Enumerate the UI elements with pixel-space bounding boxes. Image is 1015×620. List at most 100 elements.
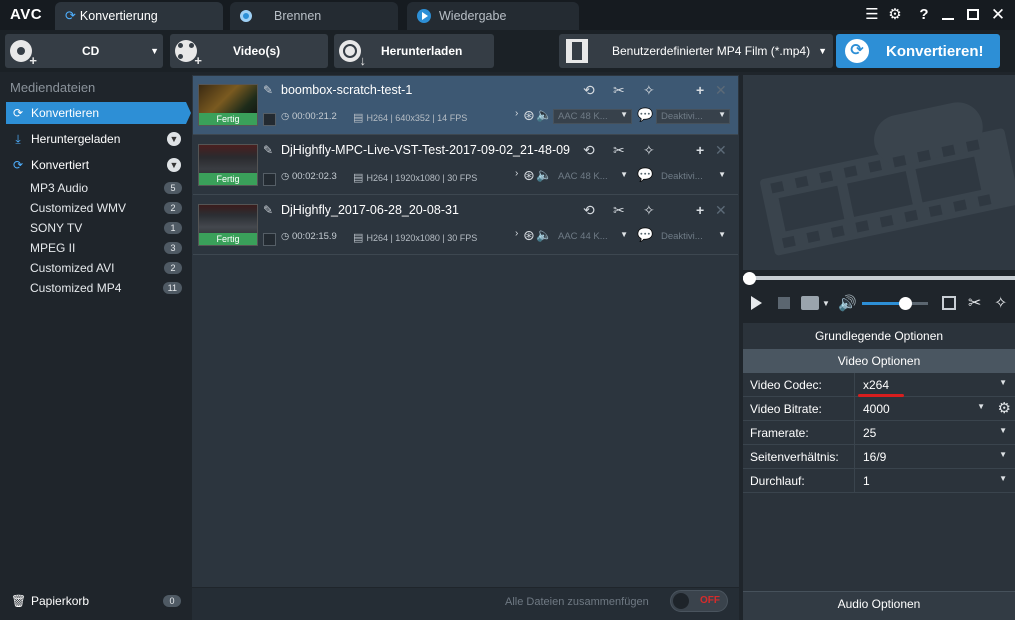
option-video-bitrate[interactable]: Video Bitrate: 4000 ▼ ⚙ (743, 397, 1015, 421)
option-value: x264 (863, 378, 890, 392)
effects-icon[interactable]: ✧ (643, 202, 655, 219)
converted-item-mp4[interactable]: Customized MP4 11 (30, 278, 182, 298)
file-checkbox[interactable] (263, 113, 276, 126)
list-settings-icon[interactable]: ☰ (862, 5, 882, 25)
stop-icon[interactable] (778, 297, 790, 309)
converted-item-mp3[interactable]: MP3 Audio 5 (30, 178, 182, 198)
status-badge: Fertig (199, 113, 257, 125)
effects-icon[interactable]: ✧ (994, 293, 1007, 313)
help-icon[interactable]: ? (914, 5, 934, 25)
remove-icon[interactable]: ✕ (715, 202, 727, 219)
volume-handle[interactable] (898, 297, 912, 310)
sidebar-item-trash[interactable]: 🗑 Papierkorb 0 (6, 590, 186, 612)
chevron-down-icon: ▼ (999, 474, 1007, 483)
rotate-icon[interactable]: ⟲ (583, 202, 595, 219)
edit-name-icon[interactable]: ✎ (263, 83, 273, 97)
chevron-right-icon[interactable]: › (515, 168, 518, 179)
effects-icon[interactable]: ✧ (643, 142, 655, 159)
file-name: DjHighfly_2017-06-28_20-08-31 (281, 203, 459, 217)
add-icon[interactable]: + (696, 82, 704, 98)
output-format-select[interactable]: Benutzerdefinierter MP4 Film (*.mp4) ▼ (559, 34, 833, 68)
volume-slider[interactable] (862, 302, 928, 305)
add-icon[interactable]: + (696, 202, 704, 218)
subtitle-icon: 💬 (637, 167, 654, 182)
sidebar-item-konvertieren[interactable]: ⟳ Konvertieren (6, 102, 186, 124)
chevron-down-icon[interactable]: ▼ (167, 132, 181, 146)
converted-item-sony[interactable]: SONY TV 1 (30, 218, 182, 238)
film-reel-icon[interactable]: ⊛ (523, 167, 535, 184)
minimize-icon[interactable] (938, 5, 958, 25)
close-icon[interactable]: ✕ (988, 5, 1008, 25)
converted-item-label: Customized AVI (30, 261, 115, 275)
video-info: ▤ H264 | 1920x1080 | 30 FPS (353, 171, 477, 184)
rotate-icon[interactable]: ⟲ (583, 82, 595, 99)
seek-bar[interactable] (743, 276, 1015, 280)
volume-icon[interactable]: 🔊 (838, 294, 857, 312)
remove-icon[interactable]: ✕ (715, 142, 727, 159)
subtitle-select[interactable]: Deaktivi... ▼ (656, 169, 730, 184)
edit-name-icon[interactable]: ✎ (263, 203, 273, 217)
tab-konvertierung[interactable]: ⟳ Konvertierung (55, 2, 223, 30)
scissors-icon[interactable]: ✂ (613, 142, 625, 159)
film-reel-icon[interactable]: ⊛ (523, 107, 535, 124)
gear-icon[interactable]: ⚙ (998, 399, 1011, 417)
chevron-down-icon[interactable]: ▼ (822, 299, 830, 308)
rotate-icon[interactable]: ⟲ (583, 142, 595, 159)
tab-wiedergabe[interactable]: Wiedergabe (407, 2, 579, 30)
file-checkbox[interactable] (263, 173, 276, 186)
file-checkbox[interactable] (263, 233, 276, 246)
video-info: ▤ H264 | 1920x1080 | 30 FPS (353, 231, 477, 244)
merge-bar (192, 588, 739, 620)
scissors-icon[interactable]: ✂ (613, 82, 625, 99)
chevron-right-icon[interactable]: › (515, 108, 518, 119)
subtitle-select[interactable]: Deaktivi... ▼ (656, 109, 730, 124)
maximize-icon[interactable] (963, 5, 983, 25)
play-icon[interactable] (751, 296, 762, 310)
sidebar-item-heruntergeladen[interactable]: ⤓ Heruntergeladen ▼ (6, 128, 186, 150)
scissors-icon[interactable]: ✂ (613, 202, 625, 219)
chevron-right-icon[interactable]: › (515, 228, 518, 239)
option-aspect-ratio[interactable]: Seitenverhältnis: 16/9 ▼ (743, 445, 1015, 469)
edit-name-icon[interactable]: ✎ (263, 143, 273, 157)
option-passes[interactable]: Durchlauf: 1 ▼ (743, 469, 1015, 493)
file-row[interactable]: Fertig ✎ DjHighfly_2017-06-28_20-08-31 ◷… (193, 196, 738, 255)
merge-toggle[interactable]: OFF (670, 590, 728, 612)
video-options-header[interactable]: Video Optionen (743, 349, 1015, 373)
divider (854, 397, 855, 421)
snapshot-icon[interactable] (801, 296, 819, 310)
file-row[interactable]: Fertig ✎ boombox-scratch-test-1 ◷ 00:00:… (193, 76, 738, 135)
crop-icon[interactable] (942, 296, 956, 310)
convert-button[interactable]: ⟳ Konvertieren! (836, 34, 1000, 68)
audio-track-select[interactable]: AAC 48 K... ▼ (553, 109, 632, 124)
add-cd-button[interactable]: + CD ▼ (5, 34, 163, 68)
option-video-codec[interactable]: Video Codec: x264 ▼ (743, 373, 1015, 397)
option-framerate[interactable]: Framerate: 25 ▼ (743, 421, 1015, 445)
download-button[interactable]: ↓ Herunterladen (334, 34, 494, 68)
divider (854, 421, 855, 445)
remove-icon[interactable]: ✕ (715, 82, 727, 99)
sidebar-item-konvertiert[interactable]: ⟳ Konvertiert ▼ (6, 154, 186, 176)
audio-track-select[interactable]: AAC 48 K... ▼ (553, 169, 632, 184)
speaker-icon: 🔈 (536, 167, 553, 182)
add-icon[interactable]: + (696, 142, 704, 158)
refresh-icon: ⟳ (12, 158, 24, 172)
converted-item-wmv[interactable]: Customized WMV 2 (30, 198, 182, 218)
subtitle-select[interactable]: Deaktivi... ▼ (656, 229, 730, 244)
audio-options-header[interactable]: Audio Optionen (743, 591, 1015, 620)
subtitle-value: Deaktivi... (661, 111, 703, 122)
basic-options-header[interactable]: Grundlegende Optionen (743, 324, 1015, 348)
scissors-icon[interactable]: ✂ (968, 293, 981, 313)
converted-item-mpeg[interactable]: MPEG II 3 (30, 238, 182, 258)
seek-handle[interactable] (743, 272, 756, 285)
chevron-down-icon: ▼ (718, 110, 726, 119)
tab-brennen[interactable]: Brennen (230, 2, 398, 30)
add-video-button[interactable]: + Video(s) (170, 34, 328, 68)
chevron-down-icon[interactable]: ▼ (167, 158, 181, 172)
converted-item-avi[interactable]: Customized AVI 2 (30, 258, 182, 278)
effects-icon[interactable]: ✧ (643, 82, 655, 99)
sidebar-item-label: Konvertiert (31, 158, 90, 172)
gear-icon[interactable]: ⚙ (885, 5, 905, 25)
audio-track-select[interactable]: AAC 44 K... ▼ (553, 229, 632, 244)
film-reel-icon[interactable]: ⊛ (523, 227, 535, 244)
file-row[interactable]: Fertig ✎ DjHighfly-MPC-Live-VST-Test-201… (193, 136, 738, 195)
